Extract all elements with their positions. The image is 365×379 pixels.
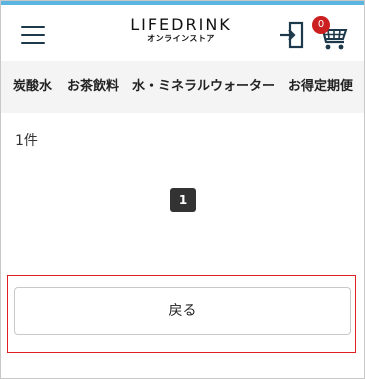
category-item-tea-drinks[interactable]: お茶飲料 [67,79,119,95]
page-frame: LIFEDRINK オンラインストア 0 炭酸水 お茶飲料 水・ミネラルウォータ… [0,0,365,379]
category-item-mineral-water[interactable]: 水・ミネラルウォーター [132,79,275,95]
pagination-page-current[interactable]: 1 [170,188,196,212]
result-count: 1件 [15,133,38,149]
back-button[interactable]: 戻る [14,287,351,335]
site-logo[interactable]: LIFEDRINK オンラインストア [121,16,241,44]
cart-count-badge: 0 [312,16,330,34]
category-nav: 炭酸水 お茶飲料 水・ミネラルウォーター お得定期便 [1,61,364,113]
hamburger-menu-icon[interactable] [21,25,45,45]
logo-main-text: LIFEDRINK [130,15,232,34]
login-door-icon[interactable] [279,21,305,49]
category-item-sparkling-water[interactable]: 炭酸水 [13,79,52,95]
logo-sub-text: オンラインストア [147,34,215,43]
category-item-subscription[interactable]: お得定期便 [288,79,353,95]
site-header: LIFEDRINK オンラインストア 0 [1,5,364,61]
